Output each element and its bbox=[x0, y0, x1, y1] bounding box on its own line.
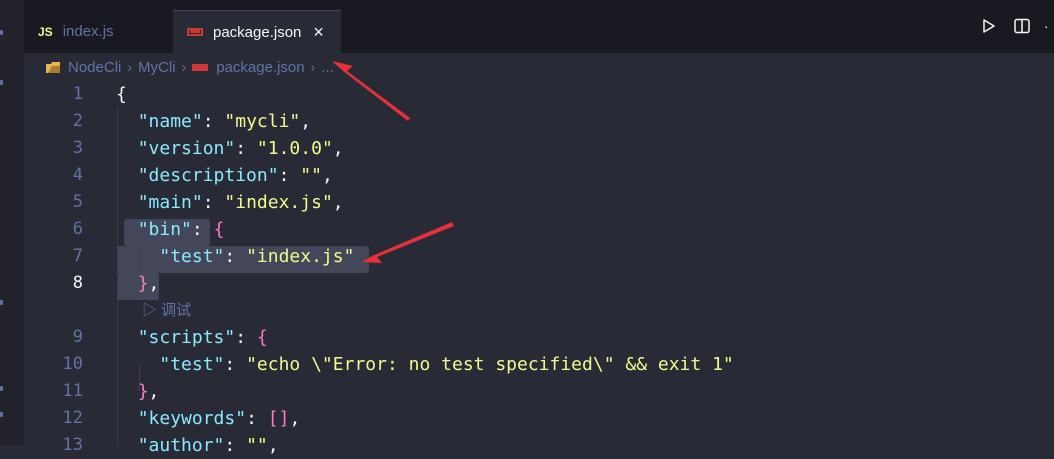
red-arrow bbox=[332, 61, 410, 121]
red-arrow bbox=[362, 222, 454, 263]
annotation-arrows bbox=[332, 61, 454, 263]
